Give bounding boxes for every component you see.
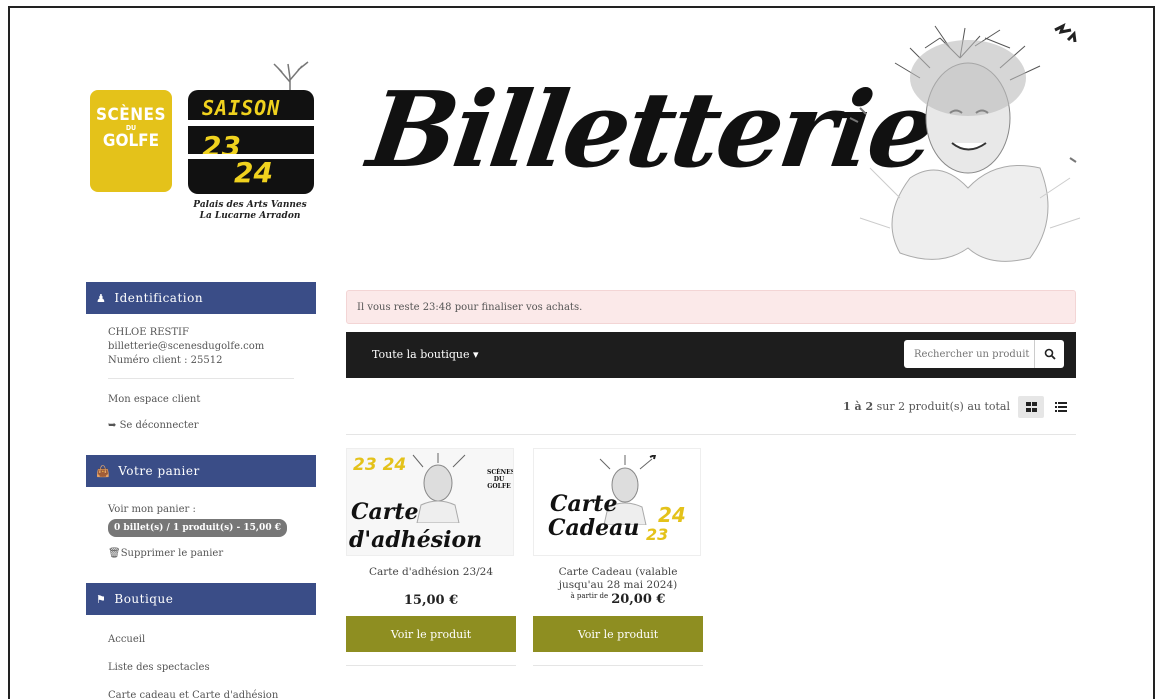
product-image-title-2: d'adhésion	[349, 527, 483, 553]
logout-label: Se déconnecter	[119, 420, 199, 431]
delete-cart-link[interactable]: 🗑Supprimer le panier	[108, 547, 294, 561]
cart-header: 👜 Votre panier	[86, 455, 316, 487]
search-form	[904, 340, 1064, 368]
client-space-link[interactable]: Mon espace client	[108, 393, 294, 407]
product-image-title-2: Cadeau	[548, 515, 640, 541]
shopping-bag-icon: 👜	[96, 464, 111, 478]
list-view-button[interactable]	[1048, 396, 1074, 418]
portrait-illustration	[849, 23, 1081, 262]
logo-place-2: La Lucarne Arradon	[199, 211, 301, 221]
logo-places: Palais des Arts Vannes La Lucarne Arrado…	[180, 200, 320, 222]
caret-down-icon: ▾	[473, 348, 479, 361]
product-price-value: 20,00 €	[611, 592, 666, 607]
logo-saison-word: SAISON	[202, 96, 281, 120]
product-name[interactable]: Carte Cadeau (valable jusqu'au 28 mai 20…	[533, 566, 703, 592]
cart-title: Votre panier	[118, 464, 200, 478]
product-price: à partir de 20,00 €	[533, 592, 703, 607]
shop-item-cartes[interactable]: Carte cadeau et Carte d'adhésion	[108, 689, 294, 699]
shop-title: Boutique	[114, 592, 174, 606]
tag-icon: ⚑	[96, 592, 107, 606]
cart-body: Voir mon panier : 0 billet(s) / 1 produi…	[86, 487, 316, 585]
client-email: billetterie@scenesdugolfe.com	[108, 341, 265, 352]
shop-dropdown-label: Toute la boutique	[372, 348, 470, 361]
grid-view-button[interactable]	[1018, 396, 1044, 418]
logo-text-scenes: SCÈNES	[96, 105, 166, 125]
logo[interactable]: SCÈNES DU GOLFE SAISON 23 24 Palais des …	[90, 60, 330, 230]
view-product-button[interactable]: Voir le produit	[533, 616, 703, 652]
shop-item-accueil[interactable]: Accueil	[108, 633, 294, 647]
product-image[interactable]: 23 24 SCÈNES DU GOLFE Carte d'adhésion	[346, 448, 514, 556]
product-count: 1 à 2 sur 2 produit(s) au total	[740, 400, 1010, 413]
product-image-year-2: 23	[646, 525, 669, 544]
product-count-range: 1 à 2	[843, 400, 874, 413]
logout-icon: ➥	[108, 420, 120, 431]
identification-title: Identification	[114, 291, 204, 305]
user-icon: ♟	[96, 291, 107, 305]
view-product-button[interactable]: Voir le produit	[346, 616, 516, 652]
logo-year-2: 24	[234, 156, 273, 189]
product-image-year-1: 24	[658, 503, 686, 527]
product-image-title-1: Carte	[351, 499, 419, 525]
delete-cart-label: Supprimer le panier	[120, 548, 224, 559]
product-image-title-1: Carte	[550, 491, 618, 517]
trash-icon: 🗑	[108, 548, 121, 559]
product-image-logo: SCÈNES DU GOLFE	[487, 469, 514, 490]
timer-alert: Il vous reste 23:48 pour finaliser vos a…	[346, 290, 1076, 324]
product-price-prefix: à partir de	[570, 592, 609, 600]
logo-text-golfe: GOLFE	[102, 131, 160, 151]
product-card: 23 24 SCÈNES DU GOLFE Carte d'adhésion C…	[346, 448, 516, 666]
product-count-total: sur 2 produit(s) au total	[873, 400, 1010, 413]
logo-saison: SAISON 23 24	[188, 90, 314, 194]
product-image[interactable]: Carte Cadeau 24 23	[533, 448, 701, 556]
shop-dropdown[interactable]: Toute la boutique ▾	[372, 348, 479, 361]
search-button[interactable]	[1034, 340, 1064, 368]
logout-link[interactable]: ➥ Se déconnecter	[108, 419, 294, 433]
logo-place-1: Palais des Arts Vannes	[193, 200, 307, 210]
shop-item-spectacles[interactable]: Liste des spectacles	[108, 661, 294, 675]
list-view-icon	[1055, 402, 1067, 412]
client-name: CHLOE RESTIF	[108, 327, 189, 338]
page-frame: SCÈNES DU GOLFE SAISON 23 24 Palais des …	[8, 6, 1155, 699]
shop-header: ⚑ Boutique	[86, 583, 316, 615]
search-input[interactable]	[904, 340, 1034, 368]
logo-scenes-du-golfe: SCÈNES DU GOLFE	[90, 90, 172, 192]
shop-body: Accueil Liste des spectacles Carte cadea…	[86, 615, 316, 699]
client-number: Numéro client : 25512	[108, 355, 223, 366]
view-cart-label: Voir mon panier :	[108, 504, 196, 515]
shop-navbar: Toute la boutique ▾	[346, 332, 1076, 378]
divider	[346, 434, 1076, 435]
sidebar: ♟ Identification CHLOE RESTIF billetteri…	[86, 282, 316, 699]
grid-view-icon	[1025, 402, 1037, 412]
product-price: 15,00 €	[346, 593, 516, 608]
search-icon	[1044, 348, 1056, 360]
product-price-value: 15,00 €	[403, 593, 459, 608]
product-name[interactable]: Carte d'adhésion 23/24	[346, 566, 516, 579]
product-card: Carte Cadeau 24 23 Carte Cadeau (valable…	[533, 448, 703, 666]
identification-body: CHLOE RESTIF billetterie@scenesdugolfe.c…	[86, 314, 316, 457]
product-image-year: 23 24	[353, 455, 407, 475]
identification-header: ♟ Identification	[86, 282, 316, 314]
cart-badge: 0 billet(s) / 1 produit(s) - 15,00 €	[108, 519, 287, 537]
view-cart-link[interactable]: Voir mon panier : 0 billet(s) / 1 produi…	[108, 503, 294, 537]
